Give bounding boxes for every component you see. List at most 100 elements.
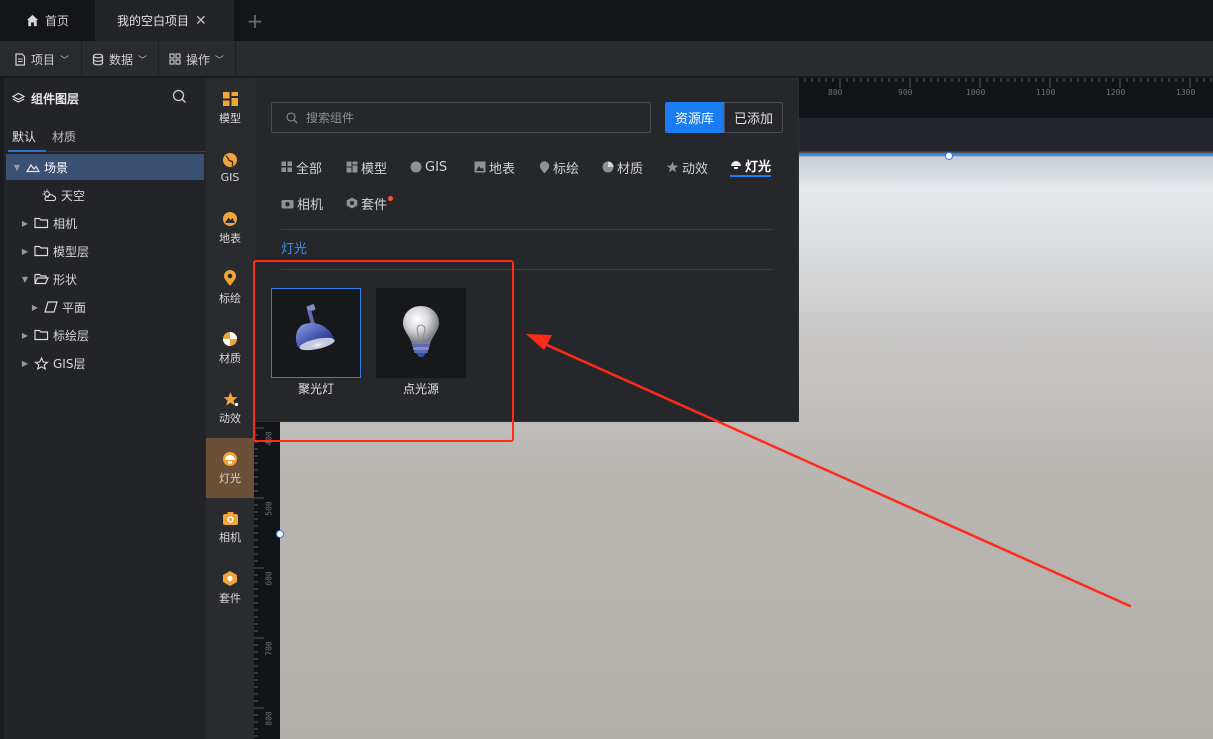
close-icon[interactable]: ✕ bbox=[195, 13, 207, 29]
tree-item-sky[interactable]: 天空 bbox=[6, 182, 204, 208]
tool-material-label: 材质 bbox=[219, 351, 241, 365]
category-gis[interactable]: GIS bbox=[410, 156, 447, 178]
category-label: 材质 bbox=[617, 161, 644, 177]
tool-kit[interactable]: 套件 bbox=[206, 558, 254, 618]
add-tab-button[interactable]: + bbox=[238, 0, 272, 41]
tree-item-label: 标绘层 bbox=[53, 328, 90, 343]
tool-material[interactable]: 材质 bbox=[206, 318, 254, 378]
tool-terrain[interactable]: 地表 bbox=[206, 198, 254, 258]
layer-tab-material[interactable]: 材质 bbox=[52, 128, 76, 145]
home-icon bbox=[26, 14, 39, 27]
category-all[interactable]: 全部 bbox=[281, 156, 322, 178]
layer-panel: 组件图层 默认 材质 ▼ 场景 天空 ▶ 相机 ▶ 模型层 ▼ 形状 ▶ 平面 … bbox=[4, 78, 206, 739]
tree-item-shape[interactable]: ▼ 形状 bbox=[6, 266, 204, 292]
layer-panel-title-text: 组件图层 bbox=[31, 92, 80, 106]
location-pin-icon bbox=[539, 160, 550, 173]
menu-data[interactable]: 数据 ﹀ bbox=[82, 41, 159, 77]
plane-icon bbox=[44, 301, 58, 313]
tree-item-gis-layer[interactable]: ▶ GIS层 bbox=[6, 350, 204, 376]
resource-library-button[interactable]: 资源库 bbox=[665, 102, 724, 133]
star-effect-icon bbox=[666, 161, 679, 173]
menu-operations[interactable]: 操作 ﹀ bbox=[159, 41, 236, 77]
tool-gis[interactable]: GIS bbox=[206, 138, 254, 198]
tree-item-camera[interactable]: ▶ 相机 bbox=[6, 210, 204, 236]
tool-camera[interactable]: 相机 bbox=[206, 498, 254, 558]
tool-plot[interactable]: 标绘 bbox=[206, 258, 254, 318]
camera-icon bbox=[222, 512, 238, 525]
category-label: GIS bbox=[425, 159, 448, 175]
ruler-label: 700 bbox=[264, 641, 274, 656]
expand-arrow-icon[interactable]: ▶ bbox=[30, 303, 40, 312]
chevron-down-icon: ﹀ bbox=[60, 55, 70, 66]
grid-icon bbox=[281, 161, 292, 172]
category-label: 套件 bbox=[361, 197, 388, 213]
component-category-bar: 模型 GIS 地表 标绘 材质 动效 灯光 相机 套件 bbox=[206, 78, 254, 739]
chevron-down-icon: ﹀ bbox=[215, 55, 225, 66]
category-label: 相机 bbox=[297, 197, 324, 213]
tree-item-label: 形状 bbox=[53, 272, 78, 287]
tool-light-label: 灯光 bbox=[219, 471, 241, 485]
resize-handle[interactable] bbox=[945, 152, 953, 160]
divider bbox=[281, 229, 773, 230]
tab-home-label: 首页 bbox=[45, 14, 70, 28]
tree-item-plane[interactable]: ▶ 平面 bbox=[6, 294, 204, 320]
kit-icon bbox=[223, 571, 237, 586]
search-icon[interactable] bbox=[172, 89, 187, 104]
terrain-icon bbox=[223, 211, 237, 226]
resize-handle[interactable] bbox=[276, 530, 284, 538]
menu-operations-label: 操作 bbox=[186, 52, 211, 67]
tool-model[interactable]: 模型 bbox=[206, 78, 254, 138]
category-terrain[interactable]: 地表 bbox=[474, 156, 515, 178]
tab-project-label: 我的空白项目 bbox=[117, 14, 190, 28]
expand-arrow-icon[interactable]: ▶ bbox=[20, 219, 30, 228]
ruler-label: 800 bbox=[264, 711, 274, 726]
tool-model-label: 模型 bbox=[219, 111, 241, 125]
category-material[interactable]: 材质 bbox=[602, 156, 643, 178]
expand-arrow-icon[interactable]: ▶ bbox=[20, 331, 30, 340]
light-icon bbox=[731, 161, 741, 169]
tool-light[interactable]: 灯光 bbox=[206, 438, 254, 498]
search-input[interactable]: 搜索组件 bbox=[271, 102, 651, 133]
category-plot[interactable]: 标绘 bbox=[539, 156, 579, 178]
tool-effect[interactable]: 动效 bbox=[206, 378, 254, 438]
layer-tab-default[interactable]: 默认 bbox=[12, 128, 36, 145]
light-icon bbox=[223, 451, 237, 466]
menu-project[interactable]: 项目 ﹀ bbox=[4, 41, 82, 77]
tab-bar: 首页 我的空白项目 ✕ + bbox=[0, 0, 1213, 41]
expand-arrow-icon[interactable]: ▼ bbox=[20, 275, 30, 284]
sky-icon bbox=[42, 189, 57, 201]
tree-item-plot-layer[interactable]: ▶ 标绘层 bbox=[6, 322, 204, 348]
added-button[interactable]: 已添加 bbox=[724, 102, 783, 133]
category-kit[interactable]: 套件 bbox=[346, 192, 394, 214]
section-title: 灯光 bbox=[281, 242, 308, 257]
category-light[interactable]: 灯光 bbox=[730, 155, 772, 177]
folder-open-icon bbox=[34, 273, 49, 285]
expand-arrow-icon[interactable]: ▼ bbox=[12, 163, 22, 172]
folder-icon bbox=[34, 329, 49, 341]
search-placeholder: 搜索组件 bbox=[306, 111, 355, 125]
category-model[interactable]: 模型 bbox=[346, 156, 387, 178]
tree-item-scene[interactable]: ▼ 场景 bbox=[6, 154, 204, 180]
model-icon bbox=[222, 91, 238, 106]
tree-item-label: 天空 bbox=[61, 188, 86, 203]
tab-home[interactable]: 首页 bbox=[12, 0, 94, 41]
menu-project-label: 项目 bbox=[31, 52, 56, 67]
tool-camera-label: 相机 bbox=[219, 531, 241, 544]
category-effect[interactable]: 动效 bbox=[666, 156, 708, 178]
category-label: 标绘 bbox=[553, 161, 580, 177]
category-camera[interactable]: 相机 bbox=[281, 192, 323, 214]
ruler-label: 1100 bbox=[1036, 88, 1056, 97]
tab-project[interactable]: 我的空白项目 ✕ bbox=[95, 0, 234, 41]
expand-arrow-icon[interactable]: ▶ bbox=[20, 247, 30, 256]
chevron-down-icon: ﹀ bbox=[138, 55, 148, 66]
gis-icon bbox=[34, 356, 49, 370]
tree-item-label: 相机 bbox=[53, 216, 78, 231]
tree-item-model-layer[interactable]: ▶ 模型层 bbox=[6, 238, 204, 264]
material-icon bbox=[223, 331, 237, 346]
expand-arrow-icon[interactable]: ▶ bbox=[20, 359, 30, 368]
material-icon bbox=[602, 161, 614, 173]
ruler-label: 900 bbox=[898, 88, 913, 97]
terrain-icon bbox=[474, 161, 486, 173]
folder-icon bbox=[34, 217, 49, 229]
database-icon bbox=[92, 53, 104, 65]
